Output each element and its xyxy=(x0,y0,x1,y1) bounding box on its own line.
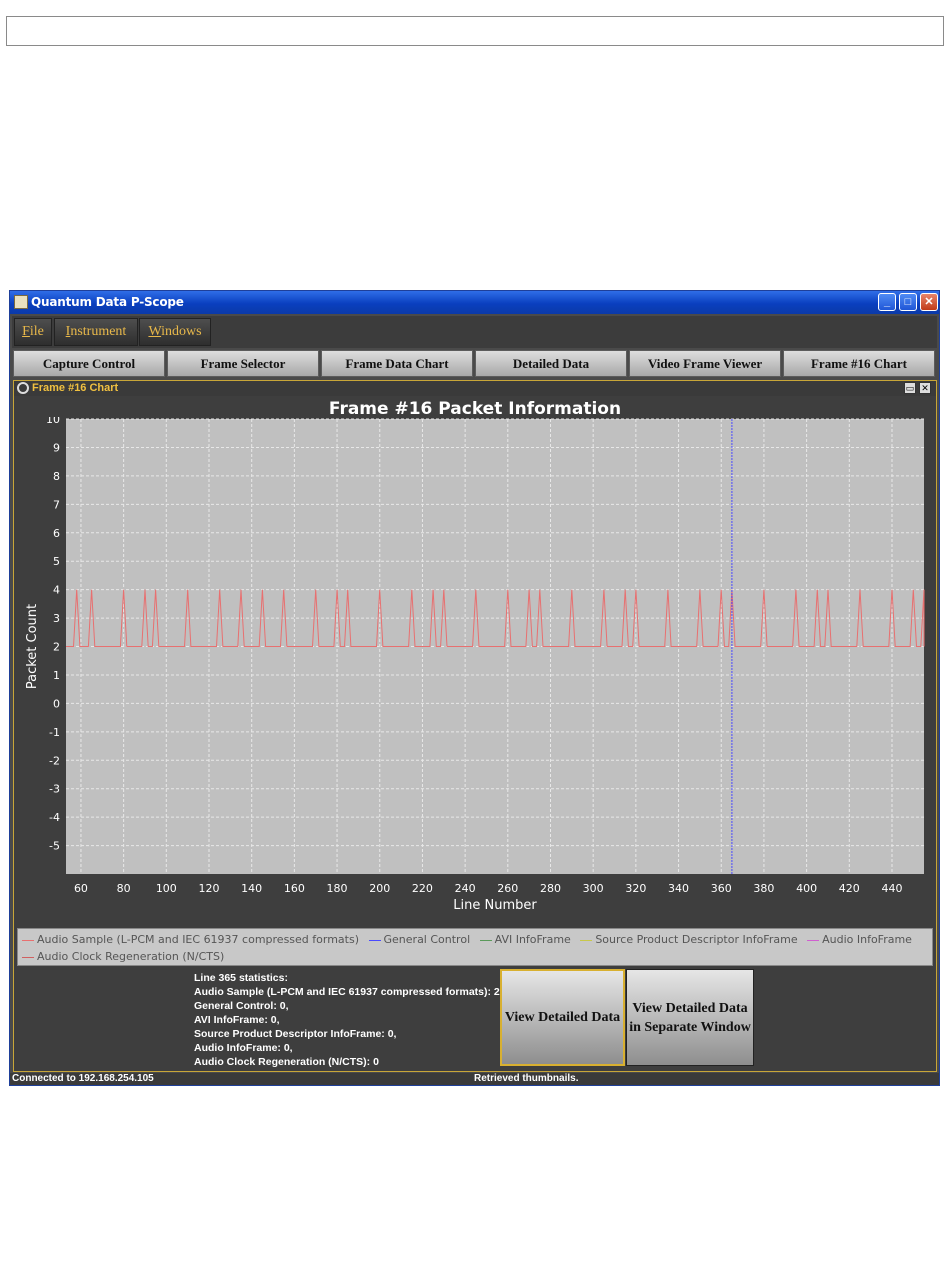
panel-title-bar: Frame #16 Chart ▭ ✕ xyxy=(14,381,936,396)
tab-frame-data-chart[interactable]: Frame Data Chart xyxy=(321,350,473,377)
menu-file[interactable]: File xyxy=(14,318,52,346)
x-tick-label: 220 xyxy=(412,882,433,895)
status-message: Retrieved thumbnails. xyxy=(474,1073,579,1084)
menu-file-label: File xyxy=(22,324,44,339)
maximize-icon[interactable]: □ xyxy=(899,293,917,311)
panel-refresh-icon xyxy=(17,382,29,394)
legend-row-2: Audio Clock Regeneration (N/CTS) xyxy=(22,950,230,963)
undock-icon[interactable]: ▭ xyxy=(904,382,916,394)
stats-line: Audio InfoFrame: 0, xyxy=(194,1042,293,1054)
stats-line: Source Product Descriptor InfoFrame: 0, xyxy=(194,1028,397,1040)
x-tick-label: 360 xyxy=(711,882,732,895)
java-app-icon xyxy=(14,295,28,309)
y-tick-label: 0 xyxy=(53,697,60,710)
y-axis-label: Packet Count xyxy=(25,604,40,689)
y-tick-label: 5 xyxy=(53,555,60,568)
x-tick-label: 140 xyxy=(241,882,262,895)
x-tick-label: 440 xyxy=(881,882,902,895)
chart-panel: Frame #16 Chart ▭ ✕ Frame #16 Packet Inf… xyxy=(13,380,937,1072)
stats-line: Audio Clock Regeneration (N/CTS): 0 xyxy=(194,1056,379,1068)
x-tick-label: 160 xyxy=(284,882,305,895)
stats-line: Audio Sample (L-PCM and IEC 61937 compre… xyxy=(194,986,503,998)
line-statistics: Line 365 statistics: Audio Sample (L-PCM… xyxy=(194,971,503,1069)
tab-capture-control[interactable]: Capture Control xyxy=(13,350,165,377)
y-axis-ticks: 109876543210-1-2-3-4-5 xyxy=(46,417,60,853)
y-tick-label: 4 xyxy=(53,584,60,597)
minimize-icon[interactable]: _ xyxy=(878,293,896,311)
legend-audio-sample: Audio Sample (L-PCM and IEC 61937 compre… xyxy=(22,933,359,946)
view-detailed-separate-window-button[interactable]: View Detailed Data in Separate Window xyxy=(626,969,754,1066)
y-tick-label: 10 xyxy=(46,417,60,426)
x-tick-label: 120 xyxy=(199,882,220,895)
window-title: Quantum Data P-Scope xyxy=(31,295,184,309)
top-empty-box xyxy=(6,16,944,46)
y-tick-label: 1 xyxy=(53,669,60,682)
status-connection: Connected to 192.168.254.105 xyxy=(12,1073,154,1084)
x-tick-label: 180 xyxy=(327,882,348,895)
tab-detailed-data[interactable]: Detailed Data xyxy=(475,350,627,377)
menu-instrument-label: Instrument xyxy=(65,324,127,339)
packet-chart[interactable]: 109876543210-1-2-3-4-5 60 80 100 120 140 160 1… xyxy=(14,417,936,927)
panel-title: Frame #16 Chart xyxy=(32,382,119,394)
tab-bar: Capture Control Frame Selector Frame Dat… xyxy=(13,350,937,378)
x-tick-label: 400 xyxy=(796,882,817,895)
y-tick-label: 8 xyxy=(53,470,60,483)
x-tick-label: 260 xyxy=(497,882,518,895)
x-tick-label: 200 xyxy=(369,882,390,895)
y-tick-label: -3 xyxy=(49,783,60,796)
x-axis-ticks: 60 80 100 120 140 160 180 200 220 240 260 280 300 320… xyxy=(74,882,903,895)
y-tick-label: 3 xyxy=(53,612,60,625)
y-tick-label: 9 xyxy=(53,441,60,454)
legend-audio-clock-regen: Audio Clock Regeneration (N/CTS) xyxy=(22,950,224,963)
y-tick-label: 2 xyxy=(53,641,60,654)
legend-spd-infoframe: Source Product Descriptor InfoFrame xyxy=(580,933,798,946)
tab-video-frame-viewer[interactable]: Video Frame Viewer xyxy=(629,350,781,377)
x-tick-label: 100 xyxy=(156,882,177,895)
x-tick-label: 380 xyxy=(753,882,774,895)
title-bar[interactable]: Quantum Data P-Scope _ □ ✕ xyxy=(10,291,939,314)
x-tick-label: 340 xyxy=(668,882,689,895)
x-axis-label: Line Number xyxy=(453,898,537,913)
app-window: Quantum Data P-Scope _ □ ✕ File Instrume… xyxy=(9,290,940,1086)
stats-line: General Control: 0, xyxy=(194,1000,289,1012)
x-tick-label: 60 xyxy=(74,882,88,895)
stats-line: Line 365 statistics: xyxy=(194,972,288,984)
status-bar: Connected to 192.168.254.105 Retrieved t… xyxy=(10,1073,939,1085)
menu-windows-label: Windows xyxy=(148,324,202,339)
y-tick-label: -2 xyxy=(49,754,60,767)
legend-general-control: General Control xyxy=(368,933,470,946)
legend-row-1: Audio Sample (L-PCM and IEC 61937 compre… xyxy=(22,933,918,946)
view-detailed-data-label: View Detailed Data xyxy=(504,1010,621,1025)
y-tick-label: -5 xyxy=(49,840,60,853)
tab-frame-selector[interactable]: Frame Selector xyxy=(167,350,319,377)
view-separate-label: View Detailed Data in Separate Window xyxy=(629,1000,751,1035)
x-tick-label: 240 xyxy=(455,882,476,895)
legend-avi-infoframe: AVI InfoFrame xyxy=(479,933,571,946)
menu-instrument[interactable]: Instrument xyxy=(54,318,138,346)
stats-line: AVI InfoFrame: 0, xyxy=(194,1014,280,1026)
tab-frame-16-chart[interactable]: Frame #16 Chart xyxy=(783,350,935,377)
y-tick-label: 6 xyxy=(53,527,60,540)
panel-close-icon[interactable]: ✕ xyxy=(919,382,931,394)
x-tick-label: 300 xyxy=(583,882,604,895)
chart-title: Frame #16 Packet Information xyxy=(328,399,622,419)
x-tick-label: 80 xyxy=(117,882,131,895)
menu-bar: File Instrument Windows xyxy=(12,316,937,348)
chart-legend: Audio Sample (L-PCM and IEC 61937 compre… xyxy=(17,928,933,966)
x-tick-label: 320 xyxy=(625,882,646,895)
x-tick-label: 420 xyxy=(839,882,860,895)
view-detailed-data-button[interactable]: View Detailed Data xyxy=(500,969,625,1066)
y-tick-label: 7 xyxy=(53,498,60,511)
close-icon[interactable]: ✕ xyxy=(920,293,938,311)
legend-audio-infoframe: Audio InfoFrame xyxy=(807,933,912,946)
y-tick-label: -4 xyxy=(49,811,60,824)
menu-windows[interactable]: Windows xyxy=(139,318,211,346)
y-tick-label: -1 xyxy=(49,726,60,739)
x-tick-label: 280 xyxy=(540,882,561,895)
